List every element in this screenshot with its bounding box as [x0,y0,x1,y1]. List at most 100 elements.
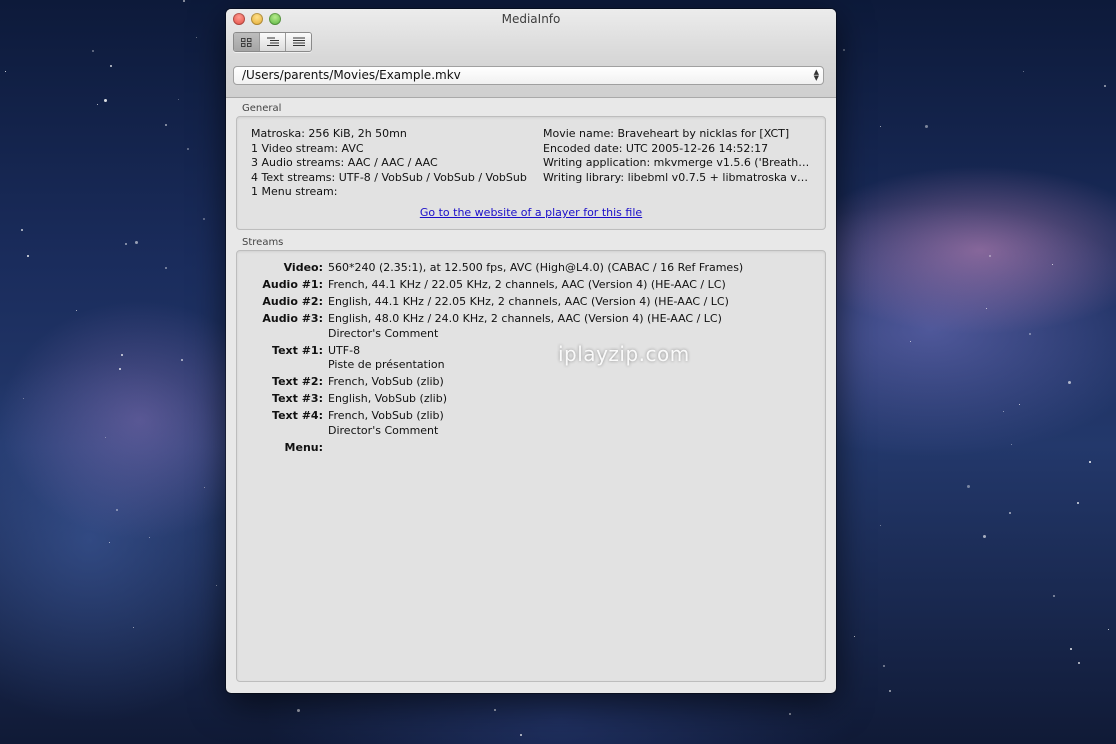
stream-label: Text #1: [272,343,323,357]
titlebar: MediaInfo /Users/parents/Movies/Example.… [226,9,836,98]
stream-value-line: French, 44.1 KHz / 22.05 KHz, 2 channels… [328,278,726,291]
stream-value-line: English, 44.1 KHz / 22.05 KHz, 2 channel… [328,295,729,308]
file-path-select[interactable]: /Users/parents/Movies/Example.mkv ▲ ▼ [233,66,824,85]
star [110,65,112,67]
star [925,125,928,128]
star [1019,404,1020,405]
star [196,37,197,38]
streams-panel: Video: 560*240 (2.35:1), at 12.500 fps, A… [236,250,826,682]
star [27,255,29,257]
star [204,487,205,488]
star [92,50,94,52]
grid-view-icon [241,37,252,47]
star [1108,629,1109,630]
mediainfo-window: MediaInfo /Users/parents/Movies/Example.… [226,9,836,693]
star [1053,595,1055,597]
stream-row: Audio #1: French, 44.1 KHz / 22.05 KHz, 2… [237,278,825,293]
stream-values: UTF-8 Piste de présentation [328,344,445,373]
general-line: Movie name: Braveheart by nicklas for [X… [543,127,790,140]
desktop-background: MediaInfo /Users/parents/Movies/Example.… [0,0,1116,744]
star [119,368,121,370]
general-panel: Matroska: 256 KiB, 2h 50mn 1 Video strea… [236,116,826,230]
stream-value-line: UTF-8 [328,343,361,357]
star [76,310,77,311]
star [105,437,106,438]
star [165,124,167,126]
stream-value-line: English, 48.0 KHz / 24.0 KHz, 2 channels… [328,312,722,325]
stream-values: English, 48.0 KHz / 24.0 KHz, 2 channels… [328,312,722,341]
watermark: iplayzip.com [558,342,690,366]
text-view-icon [292,37,305,46]
star [104,99,107,102]
star [880,525,881,526]
stream-row: Audio #3: English, 48.0 KHz / 24.0 KHz, 2… [237,312,825,341]
stream-value-line: Director's Comment [328,326,439,340]
star [494,709,496,711]
star [1078,662,1080,664]
stream-value-line: Director's Comment [328,423,439,437]
stream-values: English, VobSub (zlib) [328,392,447,407]
stream-value-line: French, VobSub (zlib) [328,409,444,422]
general-line: 1 Menu stream: [251,185,338,198]
general-line: Encoded date: UTC 2005-12-26 14:52:17 [543,141,769,155]
star [883,665,885,667]
chevron-updown-icon: ▲ ▼ [813,68,819,82]
general-line: 3 Audio streams: AAC / AAC / AAC [251,156,438,169]
star [1089,461,1091,463]
stream-values: French, VobSub (zlib) [328,375,444,390]
stream-label: Audio #1: [262,278,323,291]
stream-row: Text #1: UTF-8 Piste de présentation [237,344,825,373]
stream-row: Text #4: French, VobSub (zlib) Director's … [237,409,825,438]
star [854,636,855,637]
player-website-link[interactable]: Go to the website of a player for this f… [237,206,825,219]
star [1052,264,1053,265]
stream-value-line: Piste de présentation [328,358,445,371]
star [5,71,6,72]
star [986,308,987,309]
star [889,690,891,692]
tree-view-icon [266,37,279,46]
star [216,585,217,586]
star [125,243,127,245]
streams-list: Video: 560*240 (2.35:1), at 12.500 fps, A… [237,261,825,458]
window-title: MediaInfo [501,12,561,26]
stream-label: Text #2: [272,375,323,388]
stream-values: English, 44.1 KHz / 22.05 KHz, 2 channel… [328,295,729,310]
star [23,398,24,399]
file-path-value: /Users/parents/Movies/Example.mkv [242,68,461,82]
star [181,359,183,361]
star [178,99,179,100]
star [967,485,970,488]
star [1023,71,1024,72]
general-left-column: Matroska: 256 KiB, 2h 50mn 1 Video strea… [251,127,536,200]
stream-values: 560*240 (2.35:1), at 12.500 fps, AVC (Hi… [328,261,743,276]
star [789,713,791,715]
stream-label: Audio #3: [262,312,323,325]
star [297,709,300,712]
general-section-label: General [242,103,282,114]
star [187,148,189,150]
star [910,341,911,342]
star [133,627,134,628]
streams-section-label: Streams [242,237,284,248]
star [1077,502,1079,504]
general-line: 4 Text streams: UTF-8 / VobSub / VobSub … [251,170,527,184]
stream-value-line: 560*240 (2.35:1), at 12.500 fps, AVC (Hi… [328,261,744,274]
star [1068,381,1071,384]
general-right-column: Movie name: Braveheart by nicklas for [X… [543,127,813,185]
stream-values: French, 44.1 KHz / 22.05 KHz, 2 channels… [328,278,726,293]
tree-view-button[interactable] [260,33,286,51]
text-view-button[interactable] [286,33,311,51]
star [1104,85,1106,87]
stream-value-line: French, VobSub (zlib) [328,375,444,388]
star [1011,444,1012,445]
star [880,126,881,127]
general-line: Writing library: libebml v0.7.5 + libmat… [543,170,813,184]
star [149,537,150,538]
grid-view-button[interactable] [234,33,260,51]
star [1070,648,1072,650]
star [116,509,118,511]
star [165,267,167,269]
stream-label: Text #3: [272,392,323,405]
star [21,229,23,231]
